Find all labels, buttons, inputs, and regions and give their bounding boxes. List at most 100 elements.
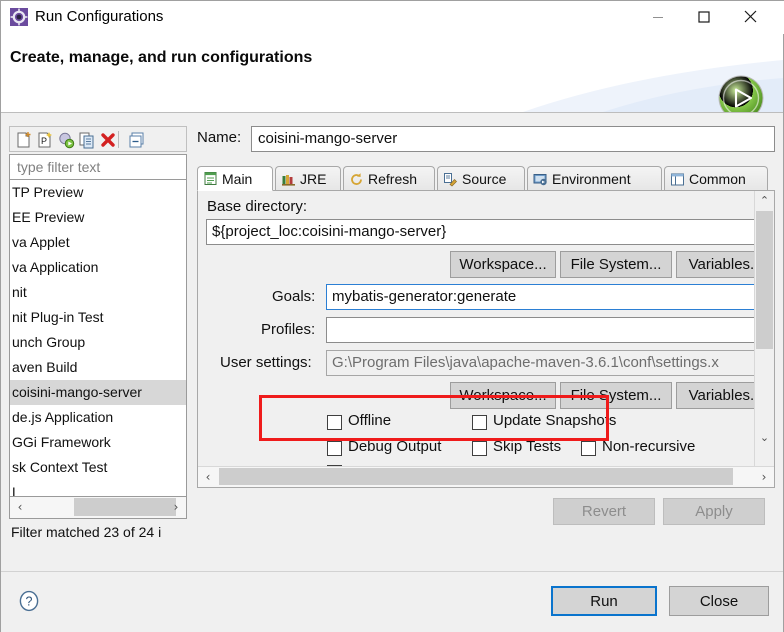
toolbar-separator (118, 131, 119, 148)
scroll-left-icon[interactable]: ‹ (198, 467, 218, 486)
scroll-right-icon[interactable]: › (754, 467, 774, 486)
tab-common-label: Common (689, 171, 746, 187)
close-button[interactable]: Close (669, 586, 769, 616)
settings-variables-button[interactable]: Variables.. (676, 382, 757, 409)
configurations-tree-pane: P type filter text TP Preview EE Preview… (9, 126, 189, 551)
scrollbar-thumb[interactable] (756, 211, 773, 349)
scroll-down-icon[interactable]: ⌄ (755, 428, 774, 447)
tree-horizontal-scrollbar[interactable]: ‹ › (9, 497, 187, 519)
revert-button: Revert (553, 498, 655, 525)
settings-workspace-button[interactable]: Workspace... (450, 382, 556, 409)
tree-item[interactable]: nit Plug-in Test (10, 305, 186, 330)
environment-tab-icon (533, 172, 548, 187)
scroll-up-icon[interactable]: ⌃ (755, 191, 774, 210)
run-configurations-dialog: Run Configurations Create, manage, and r… (0, 0, 784, 632)
base-variables-button[interactable]: Variables.. (676, 251, 757, 278)
tab-jre-label: JRE (300, 171, 327, 187)
profiles-label: Profiles: (261, 321, 316, 338)
duplicate-icon[interactable] (77, 130, 97, 150)
run-button[interactable]: Run (551, 586, 657, 616)
base-file-system-button[interactable]: File System... (560, 251, 672, 278)
main-tab-icon (203, 171, 218, 186)
tab-environment[interactable]: Environment (527, 166, 662, 191)
tree-item[interactable]: aven Build (10, 355, 186, 380)
tree-item[interactable]: L (10, 480, 186, 496)
user-settings-label: User settings: (220, 354, 312, 371)
tree-item-selected[interactable]: coisini-mango-server (10, 380, 186, 405)
filter-input[interactable]: type filter text (9, 154, 187, 180)
scroll-right-icon: › (173, 500, 179, 514)
help-question-icon[interactable]: ? (17, 589, 41, 613)
update-snapshots-label[interactable]: Update Snapshots (493, 412, 616, 429)
tree-item[interactable]: GGi Framework (10, 430, 186, 455)
tree-item[interactable]: va Application (10, 255, 186, 280)
filter-status-text: Filter matched 23 of 24 i (11, 524, 162, 540)
dialog-header: Create, manage, and run configurations (1, 34, 783, 113)
skip-tests-checkbox[interactable] (472, 441, 487, 456)
tab-jre[interactable]: JRE (275, 166, 341, 191)
scrollbar-thumb[interactable] (219, 468, 733, 485)
tab-refresh-label: Refresh (368, 171, 418, 187)
panel-horizontal-scrollbar[interactable]: ‹ › (198, 466, 774, 487)
offline-checkbox[interactable] (327, 415, 342, 430)
user-settings-input[interactable]: G:\Program Files\java\apache-maven-3.6.1… (326, 350, 757, 376)
svg-text:P: P (41, 136, 47, 146)
goals-label: Goals: (272, 288, 316, 305)
base-directory-input[interactable]: ${project_loc:coisini-mango-server} (206, 219, 757, 245)
run-filter-icon[interactable] (56, 130, 76, 150)
name-value: coisini-mango-server (258, 130, 398, 147)
common-tab-icon (670, 172, 685, 187)
window-title: Run Configurations (35, 8, 164, 25)
non-recursive-checkbox[interactable] (581, 441, 596, 456)
tree-toolbar: P (9, 126, 187, 152)
tab-source[interactable]: Source (437, 166, 525, 191)
tab-refresh[interactable]: Refresh (343, 166, 435, 191)
debug-output-label[interactable]: Debug Output (348, 438, 441, 455)
tab-source-label: Source (462, 171, 507, 187)
panel-vertical-scrollbar[interactable]: ⌃ ⌄ (754, 191, 774, 467)
profiles-input[interactable] (326, 317, 757, 343)
page-title: Create, manage, and run configurations (10, 49, 313, 66)
configuration-editor-pane: Name: coisini-mango-server Main JRE Refr… (197, 126, 775, 551)
non-recursive-label[interactable]: Non-recursive (602, 438, 695, 455)
minimize-button[interactable] (635, 1, 681, 32)
dialog-body: P type filter text TP Preview EE Preview… (1, 113, 783, 571)
debug-output-checkbox[interactable] (327, 441, 342, 456)
tab-environment-label: Environment (552, 171, 631, 187)
close-window-button[interactable] (727, 1, 773, 32)
tree-item[interactable]: nit (10, 280, 186, 305)
new-configuration-icon[interactable] (14, 130, 34, 150)
offline-label[interactable]: Offline (348, 412, 391, 429)
new-prototype-icon[interactable]: P (35, 130, 55, 150)
jre-tab-icon (281, 172, 296, 187)
source-tab-icon (443, 172, 458, 187)
name-input[interactable]: coisini-mango-server (251, 126, 775, 152)
goals-value: mybatis-generator:generate (332, 288, 517, 305)
maximize-button[interactable] (681, 1, 727, 32)
close-icon (727, 1, 773, 32)
tree-item[interactable]: sk Context Test (10, 455, 186, 480)
main-tab-form: Base directory: ${project_loc:coisini-ma… (198, 191, 757, 467)
delete-icon[interactable] (98, 130, 118, 150)
gear-icon (10, 8, 28, 26)
tree-item[interactable]: EE Preview (10, 205, 186, 230)
tree-item[interactable]: va Applet (10, 230, 186, 255)
configurations-tree[interactable]: TP Preview EE Preview va Applet va Appli… (9, 180, 187, 497)
base-directory-value: ${project_loc:coisini-mango-server} (212, 223, 447, 240)
tab-main[interactable]: Main (197, 166, 273, 191)
goals-input[interactable]: mybatis-generator:generate (326, 284, 757, 310)
skip-tests-label[interactable]: Skip Tests (493, 438, 561, 455)
tree-item[interactable]: TP Preview (10, 180, 186, 205)
collapse-all-icon[interactable] (127, 130, 147, 150)
settings-file-system-button[interactable]: File System... (560, 382, 672, 409)
tab-common[interactable]: Common (664, 166, 768, 191)
tree-item[interactable]: de.js Application (10, 405, 186, 430)
scrollbar-thumb[interactable] (74, 498, 176, 516)
scroll-left-icon[interactable]: ‹ (10, 497, 30, 517)
main-tab-panel: Base directory: ${project_loc:coisini-ma… (197, 190, 775, 488)
base-workspace-button[interactable]: Workspace... (450, 251, 556, 278)
green-run-play-icon (717, 74, 765, 112)
update-snapshots-checkbox[interactable] (472, 415, 487, 430)
name-label: Name: (197, 129, 242, 146)
tree-item[interactable]: unch Group (10, 330, 186, 355)
